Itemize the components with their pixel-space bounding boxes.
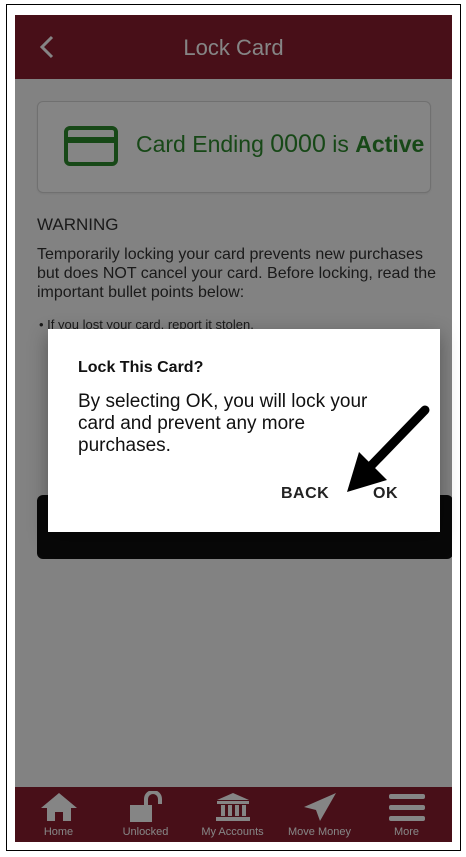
screenshot-frame: Lock Card Card Ending 0000 is Active WAR… — [6, 4, 461, 851]
pointer-arrow-icon — [347, 405, 430, 492]
dialog-back-button[interactable]: BACK — [281, 485, 329, 503]
dialog-title: Lock This Card? — [78, 359, 204, 376]
dialog-message: By selecting OK, you will lock your card… — [78, 391, 368, 456]
